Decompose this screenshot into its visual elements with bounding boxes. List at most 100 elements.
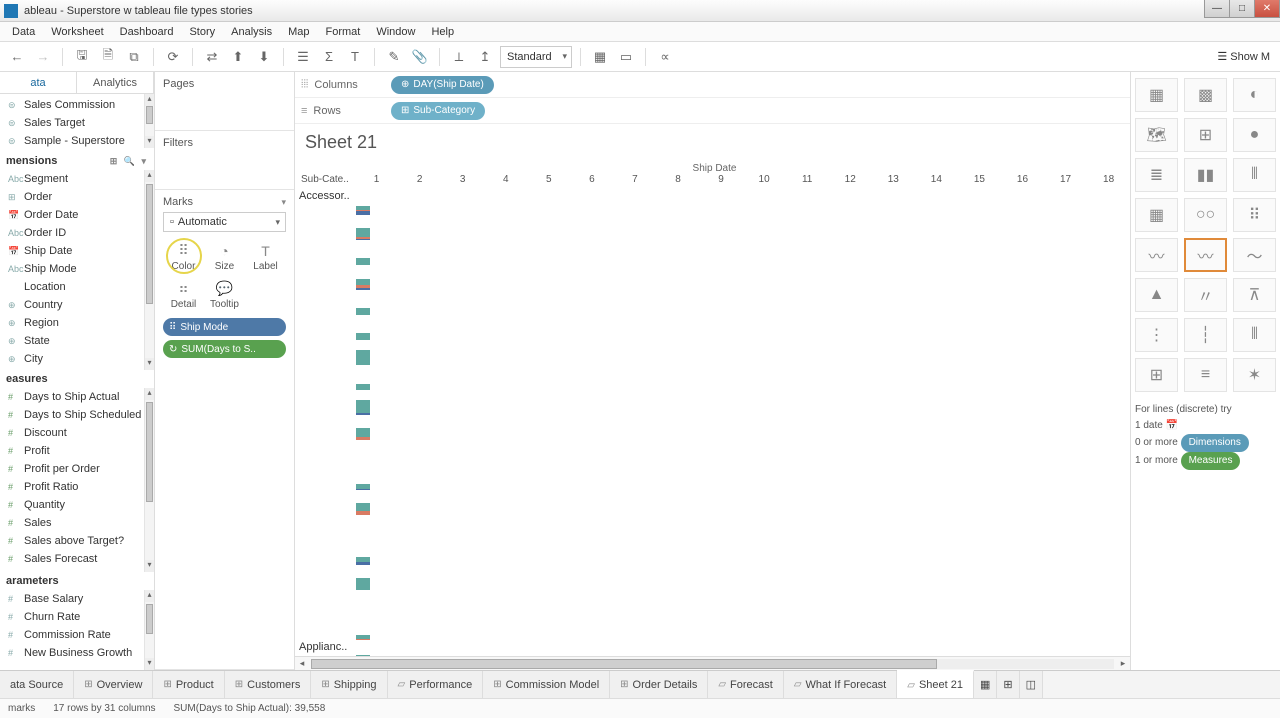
presentation-button[interactable]: ▭ [615,46,637,68]
sheet-tab[interactable]: ⊞Product [153,671,224,698]
measure-field[interactable]: #Days to Ship Scheduled [0,406,154,424]
sheet-tab[interactable]: ⊞Shipping [311,671,387,698]
showme-viz-option[interactable]: ≡ [1184,358,1227,392]
filter-button[interactable]: ⟂ [448,46,470,68]
showme-viz-option[interactable]: 🗺 [1135,118,1178,152]
sheet-tab[interactable]: ▱Forecast [708,671,784,698]
back-button[interactable]: ← [6,46,28,68]
datasource-item[interactable]: ⊜Sales Target [0,114,154,132]
showme-viz-option[interactable]: ● [1233,118,1276,152]
sort-asc-button[interactable]: ⬆ [227,46,249,68]
measure-field[interactable]: #Days to Ship Actual [0,388,154,406]
showme-viz-option[interactable]: ▩ [1184,78,1227,112]
analytics-tab[interactable]: Analytics [77,72,154,93]
show-me-toggle[interactable]: ☰ Show M [1213,48,1274,65]
menu-data[interactable]: Data [4,24,43,40]
forward-button[interactable]: → [32,46,54,68]
parameters-scrollbar[interactable] [146,604,153,634]
measure-field[interactable]: #Profit per Order [0,460,154,478]
menu-format[interactable]: Format [318,24,369,40]
data-cell[interactable] [356,642,1129,656]
showme-viz-option[interactable]: ▮▮ [1184,158,1227,192]
measure-field[interactable]: #Quantity [0,496,154,514]
refresh-button[interactable]: ⟳ [162,46,184,68]
new-story-tab[interactable]: ◫ [1020,671,1043,698]
menu-worksheet[interactable]: Worksheet [43,24,111,40]
data-cell[interactable] [356,441,1129,465]
sheet-tab[interactable]: ⊞Overview [74,671,153,698]
datasource-item[interactable]: ⊜Sales Commission [0,96,154,114]
parameter-field[interactable]: #New Business Growth [0,644,154,662]
pin-button[interactable]: 📎 [409,46,431,68]
dimension-field[interactable]: ⊕State [0,332,154,350]
menu-dashboard[interactable]: Dashboard [112,24,182,40]
fit-dropdown[interactable]: Standard [500,46,572,68]
menu-story[interactable]: Story [181,24,223,40]
data-cell[interactable] [356,241,1129,265]
showme-viz-option[interactable]: ⊼ [1233,278,1276,312]
data-cell[interactable] [356,216,1129,240]
data-cell[interactable] [356,316,1129,340]
dimension-field[interactable]: 📅Ship Date [0,242,154,260]
showme-viz-option[interactable]: ⠿ [1233,198,1276,232]
pages-shelf[interactable] [163,94,286,124]
data-cell[interactable] [356,591,1129,615]
showme-viz-option[interactable]: ◐ [1233,78,1276,112]
abc-button[interactable]: T [344,46,366,68]
dimension-field[interactable]: ⊕Region [0,314,154,332]
totals-button[interactable]: Σ [318,46,340,68]
showme-viz-option[interactable]: 〜 [1233,238,1276,272]
marks-detail-button[interactable]: ⠶Detail [163,276,204,314]
showme-viz-option[interactable]: ▲ [1135,278,1178,312]
highlight-button[interactable]: ✎ [383,46,405,68]
data-cell[interactable] [356,566,1129,590]
sheet-tab[interactable]: ⊞Commission Model [483,671,610,698]
measure-field[interactable]: #Profit Ratio [0,478,154,496]
menu-help[interactable]: Help [423,24,462,40]
marks-label-button[interactable]: TLabel [245,238,286,276]
mark-type-dropdown[interactable]: ▫ Automatic [163,212,286,232]
dimension-field[interactable]: ⊞Order [0,188,154,206]
showme-viz-option[interactable]: ▦ [1135,198,1178,232]
data-cell[interactable] [356,491,1129,515]
sheet-tab[interactable]: ⊞Order Details [610,671,708,698]
rows-pill[interactable]: ⊞ Sub-Category [391,102,485,120]
sheet-tab[interactable]: ▱Performance [388,671,484,698]
share-button[interactable]: ∝ [654,46,676,68]
marks-color-button[interactable]: ⠿Color [163,238,204,276]
horizontal-scrollbar[interactable]: ◂▸ [295,656,1130,670]
data-cell[interactable] [356,616,1129,640]
group-button[interactable]: ☰ [292,46,314,68]
dimension-field[interactable]: Location [0,278,154,296]
measure-field[interactable]: #Discount [0,424,154,442]
sheet-tab[interactable]: ata Source [0,671,74,698]
data-cell[interactable] [356,416,1129,440]
showme-viz-option[interactable]: ⦀ [1233,318,1276,352]
showme-viz-option[interactable]: ✶ [1233,358,1276,392]
marks-size-button[interactable]: ◔Size [204,238,245,276]
filters-shelf[interactable] [163,153,286,183]
size-pill-days[interactable]: ↻SUM(Days to S.. [163,340,286,358]
menu-analysis[interactable]: Analysis [223,24,280,40]
showme-viz-option[interactable]: ▦ [1135,78,1178,112]
dimension-field[interactable]: AbcOrder ID [0,224,154,242]
data-cell[interactable] [356,341,1129,365]
parameter-field[interactable]: #Commission Rate [0,626,154,644]
new-worksheet-tab[interactable]: ▦ [974,671,997,698]
window-maximize-button[interactable]: □ [1229,0,1255,18]
menu-map[interactable]: Map [280,24,317,40]
data-cell[interactable] [356,541,1129,565]
columns-pill[interactable]: ⊕ DAY(Ship Date) [391,76,494,94]
data-tab[interactable]: ata [0,72,77,93]
cards-button[interactable]: ▦ [589,46,611,68]
sheet-title[interactable]: Sheet 21 [295,124,1130,161]
color-pill-ship-mode[interactable]: ⠿Ship Mode [163,318,286,336]
sheet-tab[interactable]: ▱Sheet 21 [897,670,974,698]
showme-viz-option[interactable]: ┆ [1184,318,1227,352]
data-cell[interactable] [356,391,1129,415]
data-cell[interactable] [356,266,1129,290]
showme-viz-option[interactable]: ⊞ [1135,358,1178,392]
dimensions-scrollbar[interactable] [146,184,153,304]
measures-scrollbar[interactable] [146,402,153,502]
showme-viz-option[interactable]: 〰 [1184,238,1227,272]
